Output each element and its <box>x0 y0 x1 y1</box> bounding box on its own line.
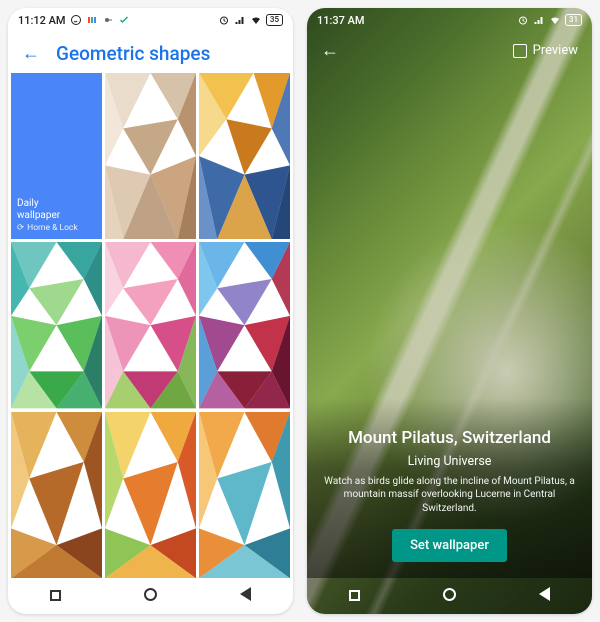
nav-recents-icon[interactable] <box>349 587 360 605</box>
wallpaper-tile[interactable] <box>105 73 196 239</box>
daily-wallpaper-label: Daily wallpaper ⟳ Home & Lock <box>17 198 78 234</box>
phone-right-wallpaper-preview: 11:37 AM 31 ← Preview Mount Pilatus, Swi… <box>307 8 592 614</box>
wallpaper-tile[interactable] <box>105 412 196 578</box>
wallpaper-grid: Daily wallpaper ⟳ Home & Lock <box>8 73 293 578</box>
set-wallpaper-button[interactable]: Set wallpaper <box>392 529 507 562</box>
android-nav-bar <box>8 578 293 614</box>
weather-icon <box>102 14 114 26</box>
battery-indicator: 31 <box>565 14 582 26</box>
preview-label: Preview <box>533 43 578 58</box>
daily-line2: wallpaper <box>17 210 78 223</box>
wallpaper-tile[interactable] <box>11 412 102 578</box>
checkbox-icon <box>513 44 527 58</box>
daily-sub: Home & Lock <box>27 223 78 234</box>
wallpaper-tile[interactable] <box>105 242 196 408</box>
wallpaper-subtitle: Living Universe <box>323 454 576 469</box>
nav-home-icon[interactable] <box>443 587 456 605</box>
status-time: 11:12 AM <box>18 14 66 27</box>
back-arrow-icon[interactable]: ← <box>22 43 40 64</box>
nav-recents-icon[interactable] <box>50 587 61 605</box>
nav-back-icon[interactable] <box>539 587 550 605</box>
android-nav-bar <box>307 578 592 614</box>
check-icon <box>118 14 130 26</box>
wifi-icon <box>549 14 561 26</box>
refresh-icon: ⟳ <box>17 223 24 234</box>
top-bar: ← Preview <box>307 32 592 69</box>
wallpaper-tile[interactable] <box>199 412 290 578</box>
page-title: Geometric shapes <box>56 42 210 65</box>
signal-icon <box>234 14 246 26</box>
wallpaper-title: Mount Pilatus, Switzerland <box>323 428 576 448</box>
wallpaper-description: Watch as birds glide along the incline o… <box>323 475 576 516</box>
whatsapp-icon <box>70 14 82 26</box>
phone-left-wallpaper-picker: 11:12 AM 35 <box>8 8 293 614</box>
wallpaper-tile[interactable] <box>11 242 102 408</box>
wallpaper-info-panel: Mount Pilatus, Switzerland Living Univer… <box>307 398 592 579</box>
status-bar: 11:12 AM 35 <box>8 8 293 32</box>
daily-line1: Daily <box>17 198 78 211</box>
battery-indicator: 35 <box>266 14 283 26</box>
signal-icon <box>533 14 545 26</box>
alarm-icon <box>517 14 529 26</box>
status-time: 11:37 AM <box>317 14 365 27</box>
nav-back-icon[interactable] <box>240 587 251 605</box>
preview-toggle[interactable]: Preview <box>513 43 578 58</box>
title-bar: ← Geometric shapes <box>8 32 293 73</box>
alarm-icon <box>218 14 230 26</box>
wallpaper-tile-daily[interactable]: Daily wallpaper ⟳ Home & Lock <box>11 73 102 239</box>
status-bar: 11:37 AM 31 <box>307 8 592 32</box>
miui-icon <box>86 14 98 26</box>
nav-home-icon[interactable] <box>144 587 157 605</box>
wifi-icon <box>250 14 262 26</box>
wallpaper-tile[interactable] <box>199 73 290 239</box>
wallpaper-tile[interactable] <box>199 242 290 408</box>
back-arrow-icon[interactable]: ← <box>321 40 339 61</box>
